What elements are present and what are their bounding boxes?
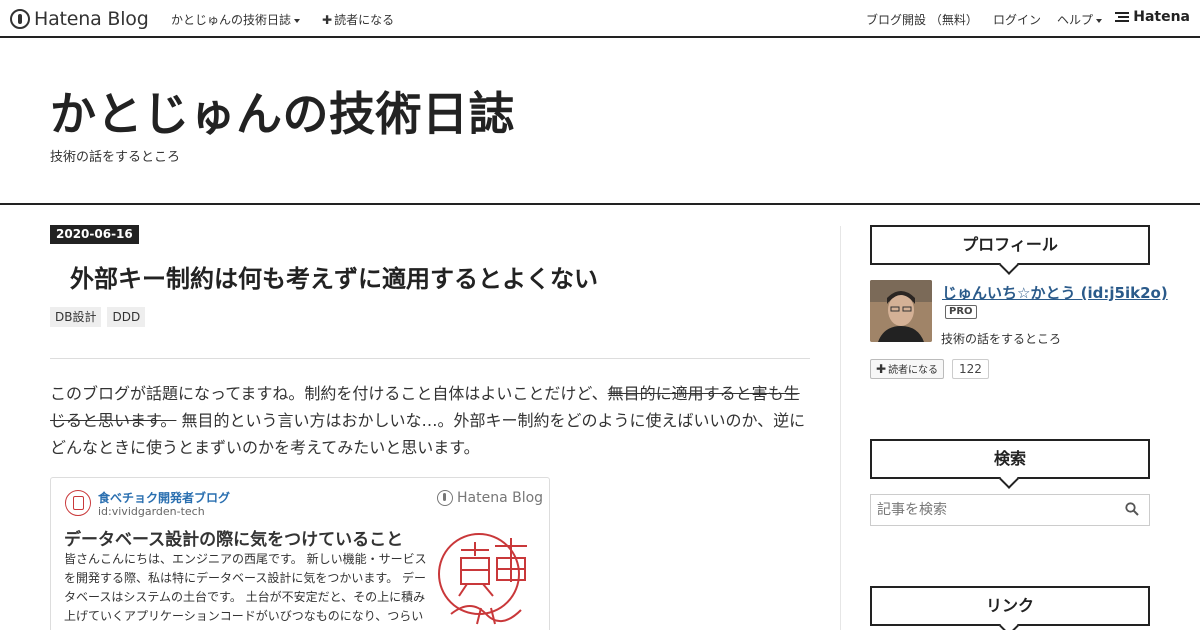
search-module-title: 検索 (870, 439, 1150, 489)
help-label: ヘルプ (1057, 13, 1094, 27)
search-icon[interactable] (1125, 502, 1139, 516)
blog-description: 技術の話をするところ (50, 150, 181, 165)
embed-service-label: Hatena Blog (457, 490, 544, 506)
embed-title[interactable]: データベース設計の際に気をつけていること (64, 525, 403, 550)
hatena-blog-logo-icon (437, 490, 453, 506)
arrow-down-icon (999, 469, 1019, 489)
hatena-blog-logo-icon (10, 9, 30, 29)
hatena-blog-logo[interactable]: Hatena Blog (10, 8, 149, 30)
profile-description: 技術の話をするところ (941, 332, 1062, 346)
profile-title: プロフィール (962, 235, 1058, 254)
shokuchoku-logo-icon (438, 533, 527, 625)
hatena-stripe-icon (1115, 12, 1130, 22)
open-blog-link[interactable]: ブログ開設 （無料） (866, 11, 978, 28)
entry-categories: DB設計 DDD (50, 307, 146, 327)
global-header: Hatena Blog かとじゅんの技術日誌 ✚ 読者になる ブログ開設 （無料）… (0, 0, 1200, 38)
header-subscribe-button[interactable]: ✚ 読者になる (322, 11, 394, 28)
subscribe-button[interactable]: ✚ 読者になる (870, 359, 945, 379)
search-box (870, 494, 1150, 526)
hatena-label: Hatena (1133, 9, 1190, 25)
blog-menu-label: かとじゅんの技術日誌 (171, 13, 292, 27)
plus-icon: ✚ (322, 13, 333, 27)
profile-module-title: プロフィール (870, 225, 1150, 275)
entry-body: このブログが話題になってますね。制約を付けること自体はよいことだけど、無目的に適… (50, 380, 810, 461)
help-menu[interactable]: ヘルプ (1057, 11, 1103, 28)
caret-down-icon (1096, 18, 1103, 23)
arrow-down-icon (999, 616, 1019, 630)
subscribe-label: 読者になる (888, 365, 939, 376)
hatena-link[interactable]: Hatena (1115, 9, 1190, 25)
login-link[interactable]: ログイン (993, 11, 1041, 28)
column-divider (840, 226, 841, 630)
blog-title[interactable]: かとじゅんの技術日誌 (50, 78, 515, 144)
subscriber-count[interactable]: 122 (952, 359, 989, 379)
embed-card[interactable]: 食べチョク開発者ブログ id:vividgarden-tech Hatena B… (50, 477, 550, 630)
plus-icon: ✚ (876, 362, 887, 376)
embed-service-logo: Hatena Blog (437, 490, 543, 506)
embed-blog-id: id:vividgarden-tech (98, 505, 205, 518)
entry-date[interactable]: 2020-06-16 (50, 225, 139, 244)
profile-name-link[interactable]: じゅんいち☆かとう (id:j5ik2o) (942, 282, 1168, 303)
caret-down-icon (294, 18, 301, 23)
header-subscribe-label: 読者になる (334, 13, 395, 27)
header-divider (0, 203, 1200, 205)
category-tag[interactable]: DDD (107, 307, 146, 327)
embed-summary: 皆さんこんにちは、エンジニアの西尾です。 新しい機能・サービスを開発する際、私は… (64, 552, 427, 623)
pro-badge: PRO (945, 305, 977, 319)
blog-menu[interactable]: かとじゅんの技術日誌 (171, 11, 301, 28)
search-input[interactable] (871, 495, 1111, 525)
embed-blog-name[interactable]: 食べチョク開発者ブログ (98, 489, 230, 506)
entry-title[interactable]: 外部キー制約は何も考えずに適用するとよくない (70, 259, 598, 294)
links-module-title: リンク (870, 586, 1150, 630)
arrow-down-icon (999, 255, 1019, 275)
entry-divider (50, 358, 810, 359)
category-tag[interactable]: DB設計 (50, 307, 102, 327)
avatar[interactable] (870, 280, 932, 342)
logo-text: Hatena Blog (34, 8, 149, 30)
links-title: リンク (985, 596, 1034, 615)
shokuchoku-favicon-icon (65, 490, 91, 516)
entry-body-text: このブログが話題になってますね。制約を付けること自体はよいことだけど、 (50, 384, 608, 403)
search-title: 検索 (993, 449, 1026, 468)
